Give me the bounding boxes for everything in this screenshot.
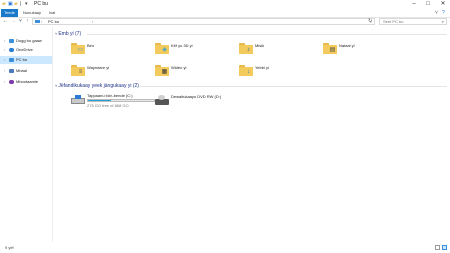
drive-free-space: 275 GO free of 868 GO [87, 103, 129, 108]
music-icon: ♪ [247, 47, 250, 53]
group-header-devices[interactable]: ˅Jëfandikukaay yeek jàngukaay yi (2) [55, 82, 139, 89]
tab-computer[interactable]: Nonukaay [20, 9, 44, 17]
expand-ribbon-icon[interactable]: ˅ [435, 10, 438, 16]
folder-icon: ◈ [155, 43, 169, 54]
folder-tile-pictures[interactable]: ▤ Nataal yi [323, 42, 403, 56]
drive-label: Dewaltukaayu DVD RW (D:) [171, 94, 222, 99]
network-icon [9, 69, 14, 73]
sidebar-item-label: PC bu [16, 57, 28, 62]
drive-usage-bar [87, 99, 155, 102]
large-icons-view-button[interactable] [442, 245, 447, 250]
group-title: Jëfandikukaay yeek jàngukaay yi (2) [58, 83, 139, 89]
computer-icon [9, 58, 14, 62]
address-bar[interactable]: › PC bu › ˅ [32, 18, 375, 25]
homegroup-icon [9, 80, 14, 84]
back-button[interactable]: ← [2, 17, 9, 26]
forward-button[interactable]: → [10, 17, 17, 26]
up-button[interactable]: ↑ [24, 17, 31, 26]
expand-chevron-icon[interactable]: › [4, 56, 5, 64]
search-placeholder: Seet PC bu [383, 19, 404, 24]
expand-chevron-icon[interactable]: › [4, 46, 5, 54]
details-view-button[interactable] [435, 245, 440, 250]
folder-label: Misik [255, 43, 265, 48]
window-title: PC bu [34, 1, 48, 7]
minimize-button[interactable]: – [407, 0, 421, 9]
folder-tile-3d-objects[interactable]: ◈ Këf yu 3D yi [155, 42, 235, 56]
folder-icon: ↓ [239, 65, 253, 76]
close-button[interactable]: ✕ [436, 0, 450, 9]
pictures-icon: ▤ [329, 47, 336, 53]
collapse-icon: ˅ [55, 83, 58, 88]
help-icon[interactable]: ? [442, 10, 445, 16]
desktop-icon: ▭ [77, 47, 84, 53]
folder-icon: ▤ [323, 43, 337, 54]
tab-view[interactable]: Ixal [46, 9, 58, 17]
folder-tile-music[interactable]: ♪ Misik [239, 42, 319, 56]
sidebar-item-homegroup[interactable]: › Mbootaamle [0, 78, 52, 86]
sidebar-item-label: Mbaal [16, 68, 27, 73]
folder-icon: ▰ [2, 1, 6, 7]
sidebar-item-label: OneDrive [16, 47, 33, 52]
expand-chevron-icon[interactable]: › [4, 67, 5, 75]
breadcrumb-arrow: › [92, 19, 94, 24]
sidebar-item-label: Dugg bu gaaw [16, 38, 42, 43]
search-icon: ⌕ [441, 19, 444, 24]
refresh-button[interactable]: ↻ [368, 18, 372, 24]
folder-icon: ▦ [155, 65, 169, 76]
expand-chevron-icon[interactable]: › [4, 37, 5, 45]
navigation-pane: › Dugg bu gaaw › OneDrive › PC bu › Mbaa… [0, 27, 53, 242]
sidebar-item-this-pc[interactable]: › PC bu [0, 56, 52, 64]
content-pane: ˅Emb yi (7) ▭ Biro ◈ Këf yu 3D yi ♪ Misi… [53, 27, 450, 242]
breadcrumb-arrow: › [41, 19, 43, 24]
sidebar-item-quick-access[interactable]: › Dugg bu gaaw [0, 37, 52, 45]
drive-tile-d[interactable]: Dewaltukaayu DVD RW (D:) [155, 93, 245, 107]
sidebar-item-label: Mbootaamle [16, 79, 39, 84]
group-divider [139, 86, 447, 87]
folder-tile-videos[interactable]: ▦ Widéo yi [155, 64, 235, 78]
item-count: 9 yéf [5, 245, 14, 250]
expand-chevron-icon[interactable]: › [4, 78, 5, 86]
recent-locations-button[interactable]: ˅ [17, 17, 24, 26]
cloud-icon [9, 48, 14, 52]
folder-label: Biro [87, 43, 95, 48]
quick-access-divider: | [20, 1, 22, 7]
quick-access-dropdown-icon[interactable]: ▾ [25, 1, 28, 8]
drive-tile-c[interactable]: Tappaanu bön-bende (C:) 275 GO free of 8… [71, 93, 155, 109]
folder-label: Yebbi yi [255, 65, 269, 70]
computer-icon [35, 20, 40, 23]
hard-drive-icon [71, 95, 85, 106]
group-title: Emb yi (7) [58, 31, 82, 37]
tab-file[interactable]: Teedé [1, 9, 18, 17]
maximize-button[interactable]: □ [421, 0, 435, 9]
dvd-drive-icon [155, 95, 169, 106]
new-folder-icon[interactable]: ▰ [14, 1, 18, 8]
folder-label: Këf yu 3D yi [171, 43, 193, 48]
folder-icon: ♪ [239, 43, 253, 54]
3d-objects-icon: ◈ [162, 47, 167, 53]
folder-tile-desktop[interactable]: ▭ Biro [71, 42, 151, 56]
videos-icon: ▦ [161, 69, 168, 75]
status-bar: 9 yéf [0, 242, 450, 253]
group-divider [87, 34, 447, 35]
folder-label: Wayndare yi [87, 65, 110, 70]
folder-tile-documents[interactable]: ≡ Wayndare yi [71, 64, 151, 78]
star-icon [9, 39, 14, 43]
collapse-icon: ˅ [55, 31, 58, 36]
breadcrumb-pc[interactable]: PC bu [48, 19, 59, 24]
group-header-folders[interactable]: ˅Emb yi (7) [55, 30, 81, 37]
folder-tile-downloads[interactable]: ↓ Yebbi yi [239, 64, 319, 78]
address-row: ← → ˅ ↑ › PC bu › ˅ ↻ Seet PC bu ⌕ [0, 17, 450, 26]
documents-icon: ≡ [78, 69, 83, 75]
search-input[interactable]: Seet PC bu ⌕ [379, 18, 447, 25]
folder-icon: ≡ [71, 65, 85, 76]
drive-usage-fill [88, 100, 112, 101]
folder-label: Widéo yi [171, 65, 187, 70]
properties-icon[interactable]: ▣ [8, 1, 13, 8]
folder-label: Nataal yi [339, 43, 355, 48]
title-bar: ▰ ▣ ▰ | ▾ PC bu – □ ✕ [0, 0, 450, 9]
folder-icon: ▭ [71, 43, 85, 54]
sidebar-item-onedrive[interactable]: › OneDrive [0, 46, 52, 54]
sidebar-item-network[interactable]: › Mbaal [0, 67, 52, 75]
downloads-icon: ↓ [247, 69, 250, 75]
